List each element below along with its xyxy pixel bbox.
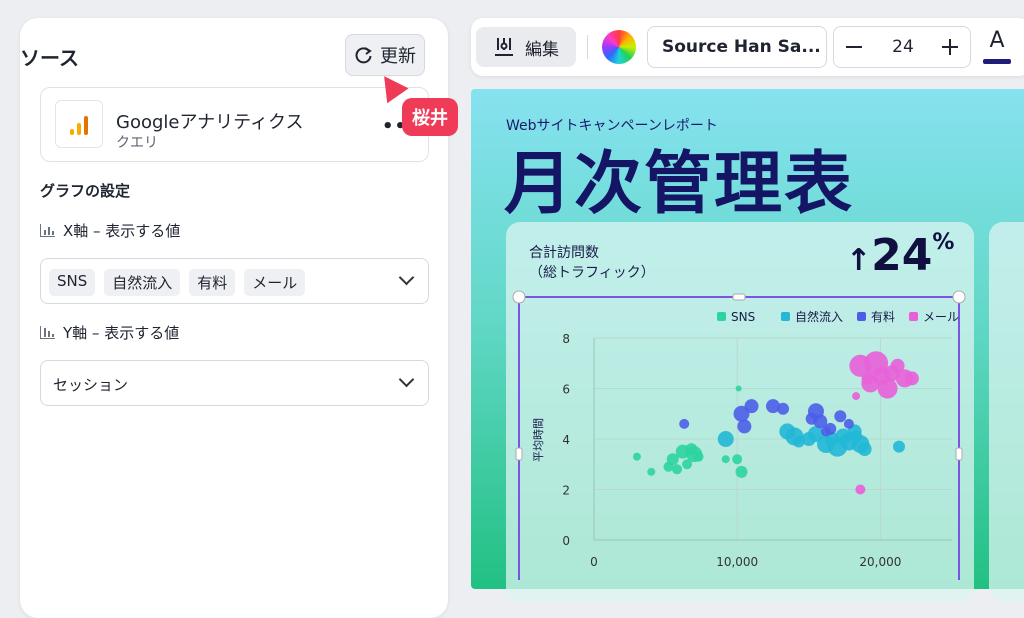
resize-handle <box>732 293 746 301</box>
scatter-chart[interactable]: 0 2 4 6 8 0 10,000 20,000 平均時間 SNS 自然流入 有料 メール <box>512 290 966 580</box>
x-axis-label: X軸 – 表示する値 <box>40 220 180 241</box>
text-color-glyph: A <box>989 28 1005 53</box>
card-label-line1: 合計訪問数 <box>529 245 599 261</box>
x-tick-label: 10,000 <box>716 555 758 569</box>
bar-chart-horizontal-icon <box>40 326 55 339</box>
legend-label: 自然流入 <box>795 309 843 324</box>
legend-swatch <box>717 312 726 321</box>
data-source-type: クエリ <box>116 135 158 151</box>
font-size-value[interactable]: 24 <box>834 37 972 57</box>
x-axis-chip[interactable]: 有料 <box>189 269 236 296</box>
x-tick-label: 0 <box>590 555 598 569</box>
y-axis-select[interactable]: セッション <box>40 360 429 406</box>
data-point <box>805 412 818 425</box>
data-point <box>893 440 906 453</box>
legend-label: 有料 <box>871 310 895 324</box>
data-point <box>877 378 898 399</box>
data-point <box>861 372 874 385</box>
chevron-down-icon <box>398 269 415 286</box>
x-tick-label: 20,000 <box>859 555 901 569</box>
y-axis-value: セッション <box>53 376 129 394</box>
edit-label: 編集 <box>525 39 559 60</box>
data-point <box>843 418 854 429</box>
bar-chart-icon <box>40 224 55 237</box>
up-arrow-icon: ↑ <box>846 243 872 278</box>
data-point <box>737 419 752 434</box>
data-point <box>732 454 743 465</box>
refresh-label: 更新 <box>380 46 416 67</box>
card-label-line2: （総トラフィック） <box>529 265 655 281</box>
font-size-stepper: 24 <box>833 26 971 68</box>
text-color-button[interactable]: A <box>981 28 1013 66</box>
data-point <box>647 467 656 476</box>
collaborator-name-tag: 桜井 <box>402 98 458 136</box>
y-tick-label: 2 <box>562 484 570 498</box>
legend-swatch <box>857 312 866 321</box>
y-tick-label: 0 <box>562 534 570 548</box>
legend-label: SNS <box>731 310 755 324</box>
y-tick-label: 8 <box>562 332 570 346</box>
text-color-swatch <box>983 59 1011 64</box>
editor-toolbar: 編集 Source Han Sa... 24 A <box>471 18 1024 76</box>
y-axis-label: Y軸 – 表示する値 <box>40 322 179 343</box>
x-axis-select[interactable]: SNS 自然流入 有料 メール <box>40 258 429 304</box>
x-axis-chips: SNS 自然流入 有料 メール <box>49 269 306 296</box>
data-point <box>857 442 872 457</box>
x-axis-chip[interactable]: SNS <box>49 269 96 296</box>
google-analytics-icon <box>55 100 103 148</box>
data-point <box>852 392 861 401</box>
x-axis-chip[interactable]: メール <box>244 269 306 296</box>
data-point <box>679 418 690 429</box>
data-point <box>855 484 866 495</box>
data-point <box>777 402 790 415</box>
y-axis-title: 平均時間 <box>532 418 545 462</box>
chevron-down-icon <box>398 371 415 388</box>
panel-title: ソース <box>20 46 79 70</box>
kpi-unit: % <box>932 230 955 255</box>
data-source-name: Googleアナリティクス <box>116 112 304 133</box>
kpi-number: 24 <box>871 230 933 281</box>
refresh-icon <box>355 47 372 64</box>
kpi-value: ↑24% <box>846 230 954 281</box>
font-family-select[interactable]: Source Han Sa... <box>647 26 827 68</box>
data-point <box>717 431 734 447</box>
x-axis-label-text: X軸 – 表示する値 <box>63 222 181 240</box>
resize-handle <box>952 290 966 304</box>
data-point <box>744 399 759 414</box>
y-axis-label-text: Y軸 – 表示する値 <box>63 324 180 342</box>
sliders-icon <box>495 38 513 56</box>
legend-swatch <box>909 312 918 321</box>
data-point <box>672 464 683 475</box>
x-axis-chip[interactable]: 自然流入 <box>104 269 181 296</box>
data-point <box>824 422 837 435</box>
data-point <box>693 451 704 462</box>
second-card[interactable] <box>989 222 1024 602</box>
edit-button[interactable]: 編集 <box>476 27 576 67</box>
color-picker-icon[interactable] <box>602 30 636 64</box>
data-point <box>850 430 863 443</box>
data-point <box>735 385 742 392</box>
toolbar-divider <box>587 35 588 59</box>
data-source-card[interactable]: Googleアナリティクス クエリ •• <box>40 87 429 162</box>
resize-handle <box>515 447 523 461</box>
data-point <box>904 371 919 386</box>
resize-handle <box>955 447 963 461</box>
legend-label: メール <box>923 310 959 324</box>
refresh-button[interactable]: 更新 <box>345 34 425 76</box>
data-point <box>721 455 730 464</box>
report-title[interactable]: 月次管理表 <box>504 128 854 227</box>
y-tick-label: 4 <box>562 433 570 447</box>
legend-swatch <box>781 312 790 321</box>
data-point <box>735 465 748 478</box>
resize-handle <box>512 290 526 304</box>
graph-settings-heading: グラフの設定 <box>40 182 131 200</box>
data-point <box>834 410 847 423</box>
y-tick-label: 6 <box>562 383 570 397</box>
data-point <box>632 452 641 461</box>
